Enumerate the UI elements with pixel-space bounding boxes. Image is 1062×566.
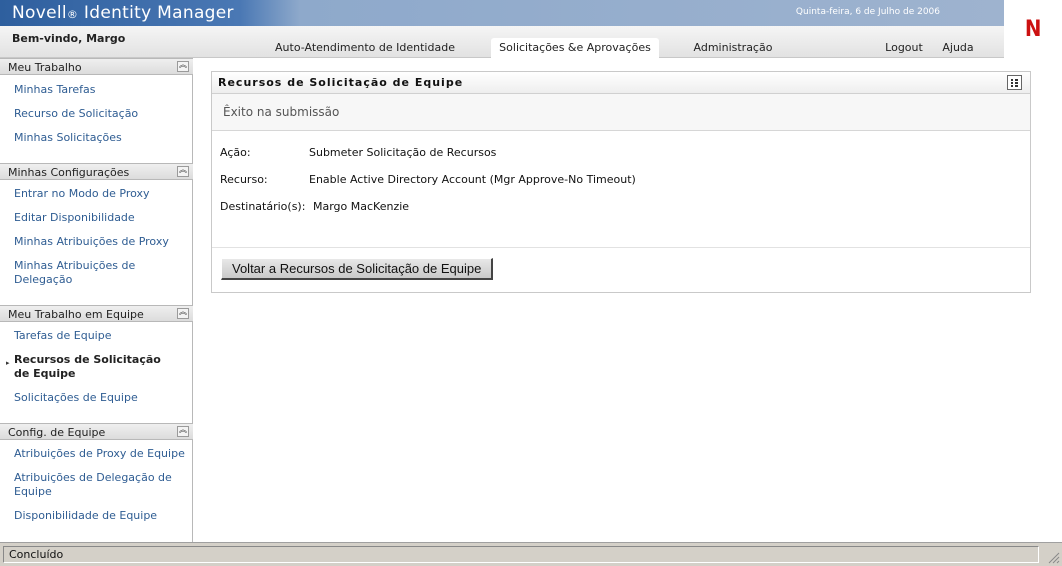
header-date: Quinta-feira, 6 de Julho de 2006 [795,7,940,17]
sidebar-section-title: Meu Trabalho em Equipe [8,308,144,321]
detail-label: Destinatário(s): [220,200,306,213]
collapse-icon[interactable]: ︽ [177,166,189,177]
main-content: Recursos de Solicitação de Equipe Êxito … [193,58,1062,542]
status-bar: Concluído [0,542,1062,566]
nav-tabs: Auto-Atendimento de Identidade Solicitaç… [0,38,1004,58]
brand-bar: Novell® Identity Manager Quinta-feira, 6… [0,0,1004,26]
collapse-icon[interactable]: ︽ [177,426,189,437]
novell-logo-icon: N [1004,0,1062,58]
sidebar-item-minhas-atribuicoes-proxy[interactable]: Minhas Atribuições de Proxy [14,235,192,249]
sidebar-item-minhas-atribuicoes-delegacao[interactable]: Minhas Atribuições de Delegação [14,259,154,287]
resize-grip-icon[interactable] [1046,550,1060,564]
logo-letter: N [1024,16,1042,42]
detail-value: Margo MacKenzie [313,200,410,213]
sidebar-section-title: Minhas Configurações [8,166,130,179]
tab-administracao[interactable]: Administração [688,38,778,58]
sidebar-item-minhas-tarefas[interactable]: Minhas Tarefas [14,83,192,97]
panel-header: Recursos de Solicitação de Equipe [212,72,1030,94]
sidebar-item-recursos-solicitacao-equipe[interactable]: ▸ Recursos de Solicitação de Equipe [6,353,179,381]
sidebar-item-recurso-de-solicitacao[interactable]: Recurso de Solicitação [14,107,192,121]
result-panel: Recursos de Solicitação de Equipe Êxito … [211,71,1031,293]
sidebar-item-solicitacoes-equipe[interactable]: Solicitações de Equipe [14,391,192,405]
brand-suffix: Identity Manager [83,3,234,23]
sidebar-section-meu-trabalho-equipe: Meu Trabalho em Equipe ︽ Tarefas de Equi… [0,305,193,404]
help-link[interactable]: Ajuda [938,38,978,58]
tab-auto-atendimento[interactable]: Auto-Atendimento de Identidade [270,38,460,58]
detail-label: Ação: [220,146,251,159]
tab-solicitacoes-aprovacoes[interactable]: Solicitações &e Aprovações [491,38,659,58]
panel-title: Recursos de Solicitação de Equipe [218,76,464,89]
sidebar-item-label: Recursos de Solicitação de Equipe [14,353,161,380]
grid-menu-icon[interactable] [1007,75,1022,90]
detail-value: Enable Active Directory Account (Mgr App… [309,173,636,186]
collapse-icon[interactable]: ︽ [177,61,189,72]
sidebar-item-atribuicoes-delegacao-equipe[interactable]: Atribuições de Delegação de Equipe [14,471,184,499]
detail-label: Recurso: [220,173,268,186]
sidebar-section-title: Config. de Equipe [8,426,106,439]
registered-mark: ® [66,8,79,21]
sidebar-item-minhas-solicitacoes[interactable]: Minhas Solicitações [14,131,192,145]
sidebar-item-tarefas-equipe[interactable]: Tarefas de Equipe [14,329,192,343]
sidebar-item-entrar-modo-proxy[interactable]: Entrar no Modo de Proxy [14,187,192,201]
sidebar-section-header: Config. de Equipe ︽ [0,423,193,440]
brand-prefix: Novell [12,3,67,23]
success-message: Êxito na submissão [212,94,1030,131]
sidebar-section-header: Meu Trabalho em Equipe ︽ [0,305,193,322]
sidebar-item-atribuicoes-proxy-equipe[interactable]: Atribuições de Proxy de Equipe [14,447,192,461]
current-item-bullet-icon: ▸ [6,359,10,367]
logout-link[interactable]: Logout [880,38,928,58]
sidebar-section-title: Meu Trabalho [8,61,82,74]
panel-divider [212,247,1030,248]
sidebar-item-disponibilidade-equipe[interactable]: Disponibilidade de Equipe [14,509,192,523]
status-text: Concluído [3,546,1039,563]
detail-value: Submeter Solicitação de Recursos [309,146,497,159]
sidebar-section-config-equipe: Config. de Equipe ︽ Atribuições de Proxy… [0,423,193,522]
sidebar-section-header: Meu Trabalho ︽ [0,58,193,75]
sidebar-section-minhas-configuracoes: Minhas Configurações ︽ Entrar no Modo de… [0,163,193,286]
app-title: Novell® Identity Manager [12,3,234,23]
sidebar-section-meu-trabalho: Meu Trabalho ︽ Minhas Tarefas Recurso de… [0,58,193,144]
sidebar-item-editar-disponibilidade[interactable]: Editar Disponibilidade [14,211,192,225]
app-header: Novell® Identity Manager Quinta-feira, 6… [0,0,1062,59]
sidebar: Meu Trabalho ︽ Minhas Tarefas Recurso de… [0,58,193,542]
sidebar-section-header: Minhas Configurações ︽ [0,163,193,180]
back-to-team-request-resources-button[interactable]: Voltar a Recursos de Solicitação de Equi… [221,258,494,280]
collapse-icon[interactable]: ︽ [177,308,189,319]
